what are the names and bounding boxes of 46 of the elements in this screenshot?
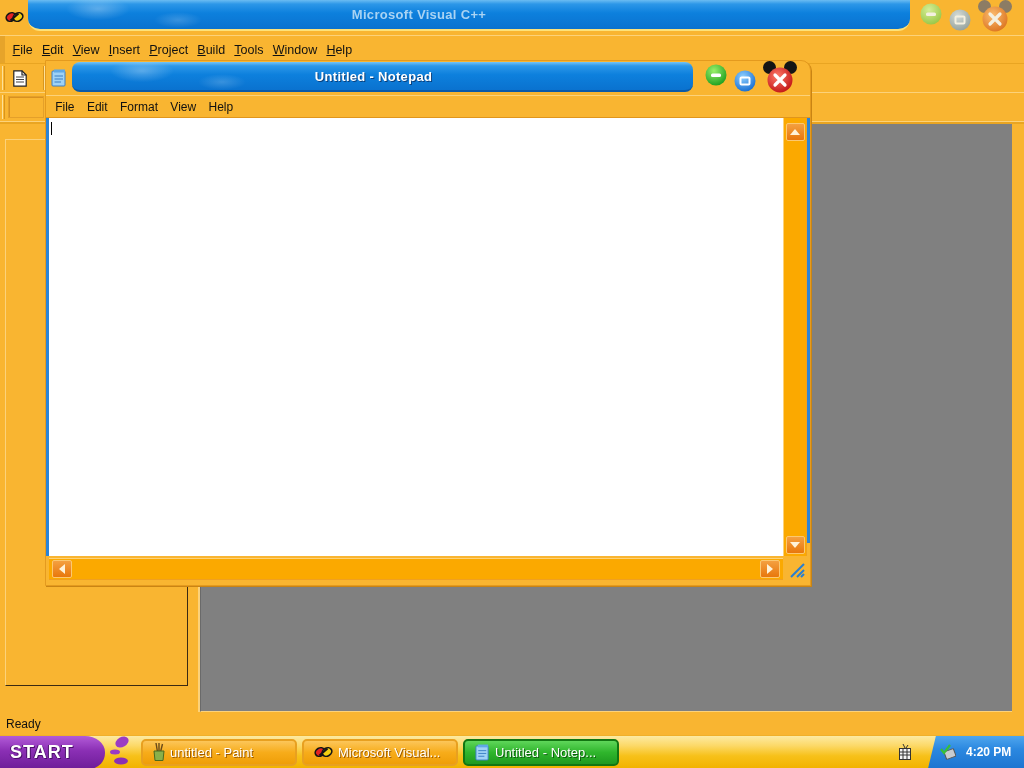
menu-item[interactable]: File: [49, 99, 81, 114]
minimize-button[interactable]: [705, 64, 727, 86]
menu-item[interactable]: Tools: [229, 42, 269, 57]
menu-item[interactable]: Build: [192, 42, 230, 57]
horizontal-scrollbar[interactable]: [49, 557, 783, 580]
scroll-up-button[interactable]: [785, 123, 805, 141]
menu-item[interactable]: Format: [113, 99, 165, 114]
vertical-scrollbar[interactable]: [783, 118, 807, 556]
brush-cup-icon: [153, 743, 165, 761]
up-arrow-icon: [789, 127, 801, 137]
status-text: Ready: [6, 716, 41, 731]
scroll-down-button[interactable]: [785, 536, 805, 554]
minimize-button[interactable]: [920, 3, 942, 25]
down-arrow-icon: [789, 540, 801, 550]
menu-item[interactable]: Insert: [104, 42, 145, 57]
loop-logo-icon: [314, 745, 333, 759]
menu-item[interactable]: Edit: [37, 42, 69, 57]
maximize-button[interactable]: [734, 70, 756, 92]
keyboard-tray-button[interactable]: [898, 744, 912, 760]
menu-item[interactable]: Window: [268, 42, 322, 57]
menu-item[interactable]: View: [164, 99, 203, 114]
scroll-right-button[interactable]: [760, 559, 780, 578]
right-arrow-icon: [765, 562, 775, 575]
notepad-icon: [475, 743, 490, 761]
menu-item[interactable]: View: [68, 42, 105, 57]
menu-item[interactable]: Help: [202, 99, 240, 114]
left-arrow-icon: [57, 562, 67, 575]
menu-item[interactable]: Help: [321, 42, 357, 57]
resize-grip-icon[interactable]: [789, 561, 805, 578]
document-icon: [13, 69, 27, 87]
notepad-icon: [51, 69, 67, 87]
clock-time: 4:20 PM: [966, 745, 1012, 759]
check-icon[interactable]: [940, 744, 956, 760]
menu-item[interactable]: File: [8, 42, 38, 57]
app-logo-icon: [4, 9, 24, 24]
combo-field[interactable]: [8, 96, 44, 118]
maximize-button[interactable]: [949, 9, 971, 31]
start-button[interactable]: START: [0, 735, 105, 768]
text-cursor-icon: [51, 122, 52, 135]
close-button[interactable]: [763, 61, 797, 93]
keyboard-icon: [899, 744, 911, 760]
window-title: Untitled - Notepad: [314, 68, 433, 84]
menu-item[interactable]: Project: [144, 42, 193, 57]
window-title: Microsoft Visual C++: [351, 7, 487, 22]
menu-item[interactable]: Edit: [80, 99, 114, 114]
scroll-left-button[interactable]: [52, 559, 72, 578]
